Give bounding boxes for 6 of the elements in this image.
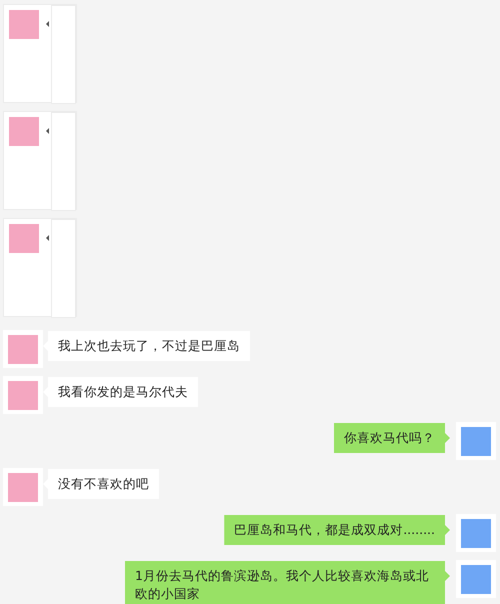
message-bubble: 我上次也去玩了，不过是巴厘岛	[43, 331, 250, 361]
message-bubble: 你喜欢马代吗？	[334, 423, 450, 453]
message-bubble: 没有不喜欢的吧	[43, 469, 159, 499]
message-bubble: 巴厘岛和马代，都是成双成对........	[224, 515, 450, 545]
message-bubble: 我看你发的是马尔代夫	[43, 377, 198, 407]
message-bubble: 1月份去马代的鲁滨逊岛。我个人比较喜欢海岛或北欧的小国家	[125, 561, 450, 604]
